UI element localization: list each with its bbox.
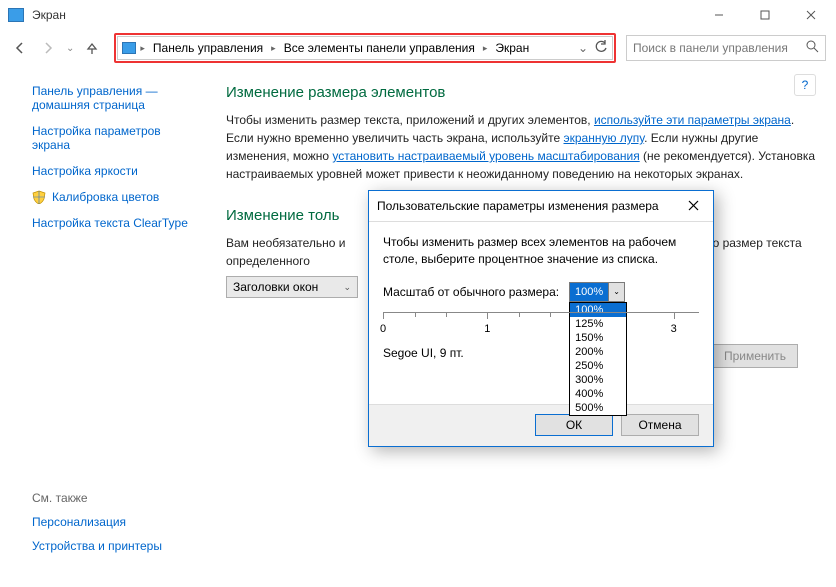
minimize-button[interactable]	[696, 0, 742, 30]
breadcrumb-screen[interactable]: Экран	[491, 41, 533, 55]
ruler-label-0: 0	[380, 323, 386, 335]
see-also-heading: См. также	[32, 491, 162, 505]
sidebar-brightness[interactable]: Настройка яркости	[32, 164, 218, 178]
chevron-right-icon: ▸	[483, 43, 488, 54]
chevron-down-icon: ⌄	[608, 283, 624, 301]
ruler: 0 1 3	[383, 312, 699, 340]
font-sample: Segoe UI, 9 пт.	[383, 346, 699, 360]
scale-option-400[interactable]: 400%	[570, 387, 626, 401]
close-button[interactable]	[788, 0, 834, 30]
sidebar-cleartype[interactable]: Настройка текста ClearType	[32, 216, 218, 230]
scale-select[interactable]: 100% ⌄	[569, 282, 625, 302]
link-custom-scaling[interactable]: установить настраиваемый уровень масштаб…	[332, 149, 639, 163]
forward-button[interactable]	[36, 36, 60, 60]
ok-button[interactable]: ОК	[535, 414, 613, 436]
scale-select-value: 100%	[570, 283, 608, 301]
see-also-devices[interactable]: Устройства и принтеры	[32, 539, 162, 553]
link-display-params[interactable]: используйте эти параметры экрана	[594, 113, 791, 127]
scale-option-250[interactable]: 250%	[570, 359, 626, 373]
toolbar: ⌄ ▸ Панель управления ▸ Все элементы пан…	[0, 30, 836, 66]
text-item-select[interactable]: Заголовки окон⌄	[226, 276, 358, 298]
address-bar-highlight: ▸ Панель управления ▸ Все элементы панел…	[114, 33, 616, 63]
back-button[interactable]	[8, 36, 32, 60]
sidebar-calibrate-colors[interactable]: Калибровка цветов	[32, 190, 218, 204]
address-icon	[122, 42, 136, 54]
shield-icon	[32, 190, 46, 204]
window-controls	[696, 0, 834, 30]
sidebar-display-settings[interactable]: Настройка параметровэкрана	[32, 124, 218, 152]
scale-option-200[interactable]: 200%	[570, 345, 626, 359]
maximize-button[interactable]	[742, 0, 788, 30]
breadcrumb-all-items[interactable]: Все элементы панели управления	[280, 41, 479, 55]
dialog-title: Пользовательские параметры изменения раз…	[377, 199, 659, 213]
address-dropdown-icon[interactable]: ⌄	[578, 41, 588, 55]
chevron-right-icon: ▸	[271, 43, 276, 54]
dialog-footer: ОК Отмена	[369, 404, 713, 446]
recent-dropdown-icon[interactable]: ⌄	[66, 43, 74, 54]
intro-paragraph: Чтобы изменить размер текста, приложений…	[226, 111, 824, 183]
page-heading: Изменение размера элементов	[226, 84, 824, 101]
custom-scaling-dialog: Пользовательские параметры изменения раз…	[368, 190, 714, 447]
ruler-label-1: 1	[484, 323, 490, 335]
ruler-label-3: 3	[671, 323, 677, 335]
breadcrumb-control-panel[interactable]: Панель управления	[149, 41, 267, 55]
see-also: См. также Персонализация Устройства и пр…	[32, 491, 162, 563]
link-magnifier[interactable]: экранную лупу	[564, 131, 645, 145]
search-icon	[806, 40, 819, 56]
dialog-titlebar: Пользовательские параметры изменения раз…	[369, 191, 713, 221]
scale-label: Масштаб от обычного размера:	[383, 285, 559, 299]
app-icon	[8, 8, 24, 22]
refresh-icon[interactable]	[594, 40, 608, 57]
cancel-button[interactable]: Отмена	[621, 414, 699, 436]
chevron-down-icon: ⌄	[343, 282, 351, 293]
up-button[interactable]	[80, 36, 104, 60]
apply-button[interactable]: Применить	[712, 344, 798, 368]
scale-option-500[interactable]: 500%	[570, 401, 626, 415]
dialog-close-button[interactable]	[681, 198, 705, 214]
window-title: Экран	[32, 8, 696, 22]
see-also-personalization[interactable]: Персонализация	[32, 515, 162, 529]
sidebar-home-link[interactable]: Панель управления —домашняя страница	[32, 84, 218, 112]
search-input[interactable]: Поиск в панели управления	[626, 35, 826, 61]
address-bar[interactable]: ▸ Панель управления ▸ Все элементы панел…	[117, 36, 613, 60]
search-placeholder: Поиск в панели управления	[633, 41, 788, 55]
title-bar: Экран	[0, 0, 836, 30]
dialog-description: Чтобы изменить размер всех элементов на …	[383, 234, 699, 268]
chevron-right-icon: ▸	[140, 43, 145, 54]
scale-option-300[interactable]: 300%	[570, 373, 626, 387]
